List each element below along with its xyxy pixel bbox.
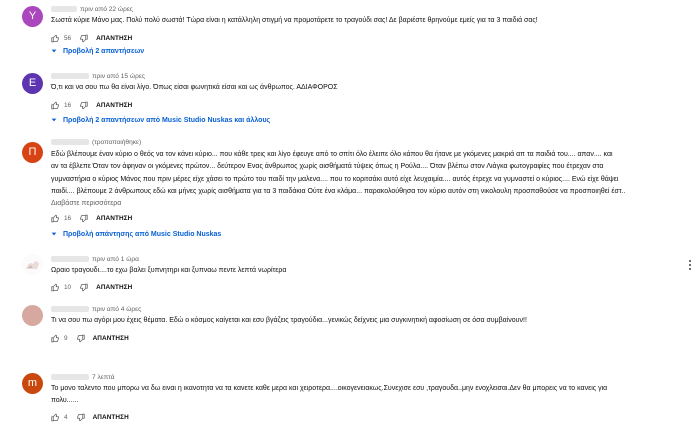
view-replies-button[interactable]: Προβολή απάντησης από Music Studio Nuska… (50, 230, 221, 238)
comment-line: Σωστά κύριε Μάνο μας. Πολύ πολύ σωστά! Τ… (51, 17, 538, 24)
avatar-image (22, 254, 43, 275)
reply-button[interactable]: ΑΠΑΝΤΗΣΗ (93, 335, 129, 342)
view-replies-button[interactable]: Προβολή 2 απαντήσεων από Music Studio Nu… (50, 116, 270, 124)
comment-time[interactable]: πριν από 15 ώρες (92, 73, 145, 80)
chevron-down-icon (51, 49, 57, 53)
thumbs-down-icon[interactable] (79, 214, 88, 223)
comment-time[interactable]: πριν από 4 ώρες (92, 306, 141, 313)
comment-line: γυμναστήρια ο κύριος Μάνος που πριν μέρε… (51, 175, 619, 183)
thumbs-down-icon[interactable] (76, 334, 85, 343)
comment-text: Εδώ βλέπουμε έναν κύριο ο θεός να τον κά… (51, 149, 684, 210)
comment-actions: 10 ΑΠΑΝΤΗΣΗ (51, 282, 132, 292)
comment-text: Το μονο ταλεντο που μπορω να δω ειναι η … (51, 383, 684, 408)
view-replies-button[interactable]: Προβολή 2 απαντήσεων (50, 47, 144, 55)
thumbs-down-icon[interactable] (79, 283, 88, 292)
avatar[interactable]: Ε (22, 73, 43, 94)
thumbs-up-icon[interactable] (51, 283, 60, 292)
view-replies-label: Προβολή 2 απαντήσεων από Music Studio Nu… (63, 116, 271, 124)
comment-line: Ό,τι και να σου πω θα είναι λίγο. Όπως ε… (51, 84, 338, 91)
reply-button[interactable]: ΑΠΑΝΤΗΣΗ (96, 35, 132, 42)
comment-time[interactable]: πριν από 1 ώρα (92, 256, 139, 263)
thumbs-up-icon[interactable] (51, 334, 60, 343)
comment-meta: πριν από 15 ώρες (51, 73, 145, 80)
thumbs-down-icon[interactable] (79, 34, 88, 43)
reply-button[interactable]: ΑΠΑΝΤΗΣΗ (96, 215, 132, 222)
comment-meta: πριν από 4 ώρες (51, 306, 141, 313)
more-options-icon[interactable] (686, 259, 694, 271)
comment-line: πολυ...... (51, 397, 79, 405)
avatar[interactable] (22, 305, 43, 326)
comment-edited-label: (τροποποιήθηκε) (92, 139, 142, 146)
author-name-blurred[interactable] (51, 374, 89, 381)
view-replies-label: Προβολή απάντησης από Music Studio Nuska… (63, 230, 222, 238)
thumbs-up-icon[interactable] (51, 214, 60, 223)
comment-line: παιδί.... βλέπουμε 2 άνθρωπους εδώ και μ… (51, 187, 626, 195)
thumbs-up-icon[interactable] (51, 413, 60, 422)
comment-meta: (τροποποιήθηκε) (51, 139, 141, 146)
comment-actions: 16 ΑΠΑΝΤΗΣΗ (51, 213, 132, 223)
comment-text: Τι να σου πω αγόρι μου έχεις θέματα. Εδώ… (51, 315, 684, 327)
author-name-blurred[interactable] (51, 73, 89, 80)
comment-text: Ωραιο τραγουδι....το εχω βαλει ξυπνητηρι… (51, 265, 684, 277)
comment-text: Σωστά κύριε Μάνο μας. Πολύ πολύ σωστά! Τ… (51, 15, 684, 27)
comment-actions: 56 ΑΠΑΝΤΗΣΗ (51, 33, 132, 43)
avatar[interactable]: Y (22, 6, 43, 27)
read-more-link[interactable]: Διαβάστε περισσότερα (51, 198, 684, 210)
reply-button[interactable]: ΑΠΑΝΤΗΣΗ (96, 102, 132, 109)
author-name-blurred[interactable] (51, 6, 77, 13)
comment-time[interactable]: 7 λεπτά (92, 374, 115, 381)
avatar[interactable] (22, 254, 43, 275)
chevron-down-icon (51, 232, 57, 236)
comment-meta: πριν από 22 ώρες (51, 6, 133, 13)
like-count: 10 (64, 283, 72, 291)
comment-line: Εδώ βλέπουμε έναν κύριο ο θεός να τον κά… (51, 151, 613, 158)
chevron-down-icon (51, 118, 57, 122)
comment-actions: 4 ΑΠΑΝΤΗΣΗ (51, 412, 129, 422)
like-count: 4 (64, 413, 68, 421)
comment-line: αν τα έβλεπε Όταν τον άφηναν οι γκόμενες… (51, 163, 604, 171)
comment-line: Το μονο ταλεντο που μπορω να δω ειναι η … (51, 385, 608, 392)
comment-actions: 16 ΑΠΑΝΤΗΣΗ (51, 100, 132, 110)
thumbs-down-icon[interactable] (79, 101, 88, 110)
author-name-blurred[interactable] (51, 306, 89, 313)
comment-time[interactable]: πριν από 22 ώρες (80, 6, 133, 13)
comment-line: Τι να σου πω αγόρι μου έχεις θέματα. Εδώ… (51, 317, 527, 324)
like-count: 16 (64, 214, 72, 222)
reply-button[interactable]: ΑΠΑΝΤΗΣΗ (93, 414, 129, 421)
like-count: 16 (64, 101, 72, 109)
avatar[interactable]: m (22, 373, 43, 394)
author-name-blurred[interactable] (51, 256, 89, 263)
comment-actions: 9 ΑΠΑΝΤΗΣΗ (51, 333, 129, 343)
comment-meta: 7 λεπτά (51, 374, 115, 381)
comment-text: Ό,τι και να σου πω θα είναι λίγο. Όπως ε… (51, 82, 684, 94)
avatar[interactable]: Π (22, 142, 43, 163)
reply-button[interactable]: ΑΠΑΝΤΗΣΗ (96, 284, 132, 291)
thumbs-down-icon[interactable] (76, 413, 85, 422)
comment-meta: πριν από 1 ώρα (51, 256, 139, 263)
view-replies-label: Προβολή 2 απαντήσεων (63, 47, 145, 55)
like-count: 9 (64, 334, 68, 342)
like-count: 56 (64, 34, 72, 42)
comment-line: Ωραιο τραγουδι....το εχω βαλει ξυπνητηρι… (51, 267, 287, 274)
thumbs-up-icon[interactable] (51, 34, 60, 43)
thumbs-up-icon[interactable] (51, 101, 60, 110)
author-name-blurred[interactable] (51, 139, 89, 146)
